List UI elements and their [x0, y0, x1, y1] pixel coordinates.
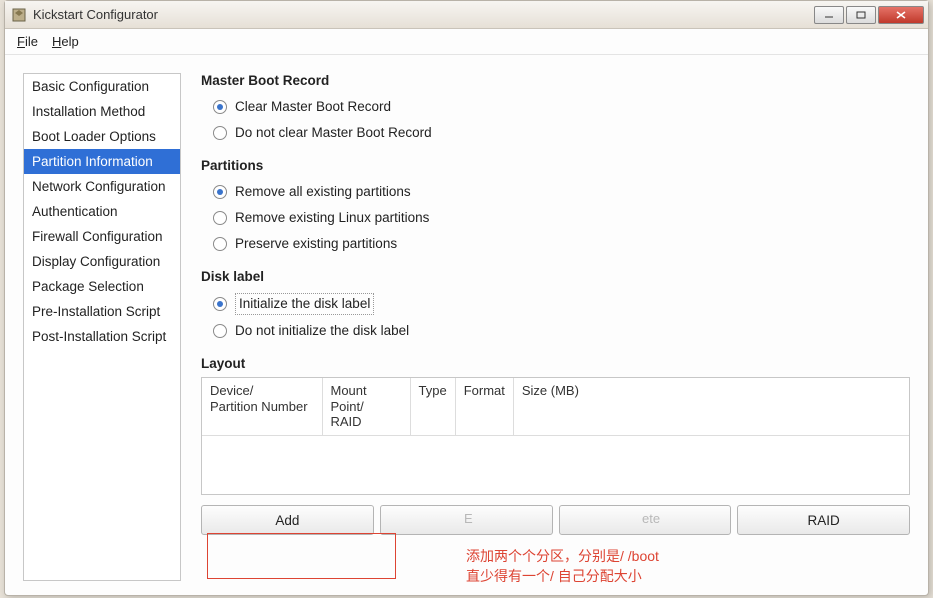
- radio-icon: [213, 297, 227, 311]
- close-button[interactable]: [878, 6, 924, 24]
- part-removelinux-label: Remove existing Linux partitions: [235, 208, 429, 228]
- add-button[interactable]: Add: [201, 505, 374, 535]
- mbr-clear-label: Clear Master Boot Record: [235, 97, 391, 117]
- col-size[interactable]: Size (MB): [513, 378, 909, 435]
- sidebar-item-firewall[interactable]: Firewall Configuration: [24, 224, 180, 249]
- radio-icon: [213, 211, 227, 225]
- sidebar-item-package[interactable]: Package Selection: [24, 274, 180, 299]
- part-removelinux-row[interactable]: Remove existing Linux partitions: [201, 205, 910, 231]
- titlebar: Kickstart Configurator: [5, 1, 928, 29]
- radio-icon: [213, 324, 227, 338]
- annotation-line1: 添加两个个分区，分别是/ /boot: [466, 547, 659, 567]
- part-removeall-row[interactable]: Remove all existing partitions: [201, 179, 910, 205]
- radio-icon: [213, 237, 227, 251]
- disklabel-init-label: Initialize the disk label: [235, 293, 374, 315]
- app-window: Kickstart Configurator File Help Basic C…: [4, 0, 929, 596]
- col-mount[interactable]: Mount Point/RAID: [322, 378, 410, 435]
- menu-file[interactable]: File: [17, 34, 38, 49]
- sidebar-item-installation[interactable]: Installation Method: [24, 99, 180, 124]
- window-title: Kickstart Configurator: [33, 7, 814, 22]
- col-type[interactable]: Type: [410, 378, 455, 435]
- section-disklabel: Disk label Initialize the disk label Do …: [201, 269, 910, 344]
- mbr-clear-row[interactable]: Clear Master Boot Record: [201, 94, 910, 120]
- raid-button[interactable]: RAID: [737, 505, 910, 535]
- part-preserve-label: Preserve existing partitions: [235, 234, 397, 254]
- layout-buttons: Add RAID E ete: [201, 505, 910, 535]
- sidebar-item-display[interactable]: Display Configuration: [24, 249, 180, 274]
- section-layout: Layout Device/Partition Number Mount Poi…: [201, 356, 910, 569]
- raid-button-label: RAID: [807, 513, 839, 528]
- disklabel-noinit-label: Do not initialize the disk label: [235, 321, 409, 341]
- menubar: File Help: [5, 29, 928, 55]
- part-preserve-row[interactable]: Preserve existing partitions: [201, 231, 910, 257]
- main-panel: Master Boot Record Clear Master Boot Rec…: [201, 73, 910, 581]
- sidebar-item-auth[interactable]: Authentication: [24, 199, 180, 224]
- disklabel-title: Disk label: [201, 269, 910, 284]
- part-removeall-label: Remove all existing partitions: [235, 182, 411, 202]
- sidebar-item-partition[interactable]: Partition Information: [24, 149, 180, 174]
- col-device[interactable]: Device/Partition Number: [202, 378, 322, 435]
- partitions-title: Partitions: [201, 158, 910, 173]
- minimize-button[interactable]: [814, 6, 844, 24]
- edit-faint: E: [464, 511, 473, 526]
- radio-icon: [213, 100, 227, 114]
- sidebar-item-preinstall[interactable]: Pre-Installation Script: [24, 299, 180, 324]
- section-mbr: Master Boot Record Clear Master Boot Rec…: [201, 73, 910, 146]
- app-icon: [11, 7, 27, 23]
- sidebar-item-postinstall[interactable]: Post-Installation Script: [24, 324, 180, 349]
- delete-faint: ete: [642, 511, 660, 526]
- sidebar-item-network[interactable]: Network Configuration: [24, 174, 180, 199]
- content-area: Basic Configuration Installation Method …: [5, 55, 928, 595]
- section-partitions: Partitions Remove all existing partition…: [201, 158, 910, 257]
- disklabel-noinit-row[interactable]: Do not initialize the disk label: [201, 318, 910, 344]
- sidebar: Basic Configuration Installation Method …: [23, 73, 181, 581]
- annotation-line2: 直少得有一个/ 自己分配大小: [466, 567, 642, 587]
- layout-table[interactable]: Device/Partition Number Mount Point/RAID…: [201, 377, 910, 495]
- radio-icon: [213, 126, 227, 140]
- menu-help[interactable]: Help: [52, 34, 79, 49]
- mbr-noclear-row[interactable]: Do not clear Master Boot Record: [201, 120, 910, 146]
- mbr-title: Master Boot Record: [201, 73, 910, 88]
- maximize-button[interactable]: [846, 6, 876, 24]
- mbr-noclear-label: Do not clear Master Boot Record: [235, 123, 432, 143]
- add-button-label: Add: [275, 513, 299, 528]
- window-controls: [814, 6, 924, 24]
- sidebar-item-bootloader[interactable]: Boot Loader Options: [24, 124, 180, 149]
- layout-title: Layout: [201, 356, 910, 371]
- sidebar-item-basic[interactable]: Basic Configuration: [24, 74, 180, 99]
- col-format[interactable]: Format: [455, 378, 513, 435]
- disklabel-init-row[interactable]: Initialize the disk label: [201, 290, 910, 318]
- radio-icon: [213, 185, 227, 199]
